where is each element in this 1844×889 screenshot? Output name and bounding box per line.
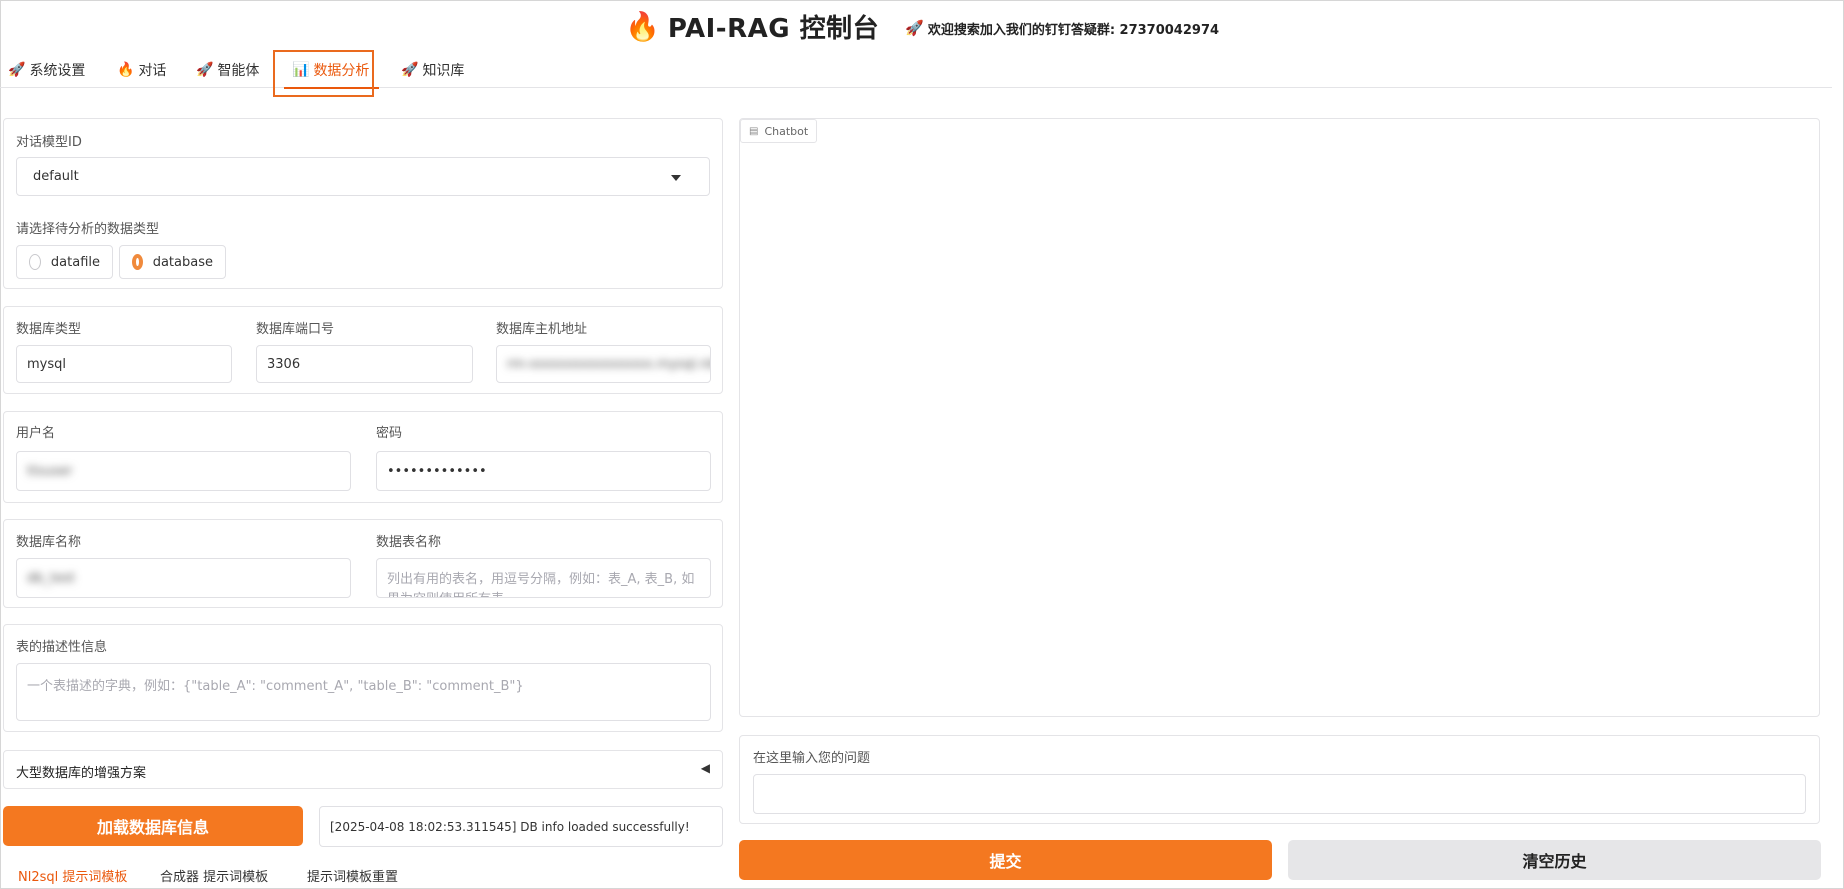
table-description-panel: 表的描述性信息 一个表描述的字典，例如：{"table_A": "comment…	[3, 624, 723, 732]
status-message: [2025-04-08 18:02:53.311545] DB info loa…	[330, 819, 690, 834]
tab-label: 智能体	[217, 63, 260, 79]
db-connection-panel: 数据库类型 mysql 数据库端口号 3306 数据库主机地址 rm-xxxxx…	[3, 306, 723, 394]
tab-synthesizer-prompt[interactable]: 合成器 提示词模板	[160, 866, 268, 885]
username-input[interactable]: ttsuser	[16, 451, 351, 491]
question-input[interactable]	[753, 774, 1806, 814]
table-name-placeholder: 列出有用的表名，用逗号分隔，例如：表_A, 表_B, 如果为空则使用所有表	[387, 572, 695, 597]
db-type-value: mysql	[27, 356, 66, 372]
data-type-label: 请选择待分析的数据类型	[16, 222, 160, 237]
fire-icon: 🔥	[117, 62, 135, 78]
question-panel: 在这里输入您的问题	[739, 735, 1820, 824]
rocket-icon: 🚀	[196, 62, 214, 78]
model-label: 对话模型ID	[16, 135, 82, 150]
db-port-value: 3306	[267, 356, 301, 372]
load-db-info-button[interactable]: 加载数据库信息	[3, 806, 303, 846]
rocket-icon: 🚀	[401, 62, 419, 78]
submit-button[interactable]: 提交	[739, 840, 1272, 880]
rocket-icon: 🚀	[8, 62, 26, 78]
db-port-input[interactable]: 3306	[256, 345, 473, 383]
page-title: PAI-RAG 控制台	[667, 13, 880, 44]
question-label: 在这里输入您的问题	[753, 751, 871, 766]
table-desc-placeholder: 一个表描述的字典，例如：{"table_A": "comment_A", "ta…	[27, 679, 524, 694]
chatbot-label-tag: ▤ Chatbot	[740, 119, 818, 143]
radio-checked-icon	[132, 254, 143, 270]
radio-circle-icon	[29, 254, 41, 270]
username-label: 用户名	[16, 426, 56, 441]
load-status-text: [2025-04-08 18:02:53.311545] DB info loa…	[319, 806, 723, 847]
chatbot-label: Chatbot	[764, 124, 809, 138]
prompt-template-tabs: Nl2sql 提示词模板 合成器 提示词模板 提示词模板重置	[0, 864, 730, 889]
app-header: 🔥 PAI-RAG 控制台 🚀 欢迎搜索加入我们的钉钉答疑群: 27370042…	[0, 6, 1844, 46]
tab-label: 系统设置	[29, 63, 86, 79]
db-type-label: 数据库类型	[16, 322, 82, 337]
accordion-label: 大型数据库的增强方案	[16, 766, 147, 781]
fire-icon: 🔥	[624, 9, 660, 43]
tab-chat[interactable]: 🔥 对话	[117, 52, 166, 88]
db-name-input[interactable]: db_test	[16, 558, 351, 598]
model-select[interactable]: default	[16, 157, 710, 196]
credentials-panel: 用户名 ttsuser 密码 •••••••••••••	[3, 411, 723, 503]
radio-database[interactable]: database	[119, 245, 226, 279]
support-notice: 🚀 欢迎搜索加入我们的钉钉答疑群: 27370042974	[905, 19, 1219, 38]
db-name-label: 数据库名称	[16, 535, 82, 550]
table-name-label: 数据表名称	[376, 535, 442, 550]
radio-label: datafile	[50, 254, 100, 270]
database-table-panel: 数据库名称 db_test 数据表名称 列出有用的表名，用逗号分隔，例如：表_A…	[3, 519, 723, 608]
db-port-label: 数据库端口号	[256, 322, 335, 337]
tab-system-settings[interactable]: 🚀 系统设置	[8, 52, 85, 88]
db-host-value: rm-xxxxxxxxxxxxxxxx.mysql.rds	[507, 356, 711, 372]
tab-label: 对话	[138, 63, 167, 79]
model-select-value: default	[33, 169, 79, 184]
chat-bubble-icon: ▤	[749, 125, 759, 137]
tab-knowledge-base[interactable]: 🚀 知识库	[401, 52, 464, 88]
clear-history-button[interactable]: 清空历史	[1288, 840, 1821, 880]
support-notice-text: 欢迎搜索加入我们的钉钉答疑群: 27370042974	[927, 22, 1220, 38]
table-desc-textarea[interactable]: 一个表描述的字典，例如：{"table_A": "comment_A", "ta…	[16, 663, 711, 721]
table-desc-label: 表的描述性信息	[16, 640, 108, 655]
chatbot-panel	[739, 118, 1820, 717]
db-type-input[interactable]: mysql	[16, 345, 232, 383]
db-host-input[interactable]: rm-xxxxxxxxxxxxxxxx.mysql.rds	[496, 345, 711, 383]
password-value: •••••••••••••	[387, 463, 487, 479]
tab-nl2sql-prompt[interactable]: Nl2sql 提示词模板	[18, 866, 127, 885]
radio-label: database	[152, 254, 213, 270]
tab-prompt-reset[interactable]: 提示词模板重置	[307, 866, 398, 885]
db-name-value: db_test	[27, 570, 75, 586]
tab-label: 知识库	[422, 63, 465, 79]
username-value: ttsuser	[27, 463, 73, 479]
chevron-down-icon	[671, 175, 681, 181]
password-input[interactable]: •••••••••••••	[376, 451, 711, 491]
db-host-label: 数据库主机地址	[496, 322, 588, 337]
radio-datafile[interactable]: datafile	[16, 245, 113, 279]
caret-left-icon: ◀	[700, 761, 710, 775]
rocket-icon: 🚀	[905, 19, 924, 37]
enhancement-accordion[interactable]: 大型数据库的增强方案 ◀	[3, 750, 723, 789]
active-tab-highlight	[273, 50, 374, 97]
tab-agent[interactable]: 🚀 智能体	[196, 52, 259, 88]
table-name-input[interactable]: 列出有用的表名，用逗号分隔，例如：表_A, 表_B, 如果为空则使用所有表	[376, 558, 711, 598]
model-settings-panel: 对话模型ID default 请选择待分析的数据类型 datafile data…	[3, 118, 723, 289]
password-label: 密码	[376, 426, 403, 441]
